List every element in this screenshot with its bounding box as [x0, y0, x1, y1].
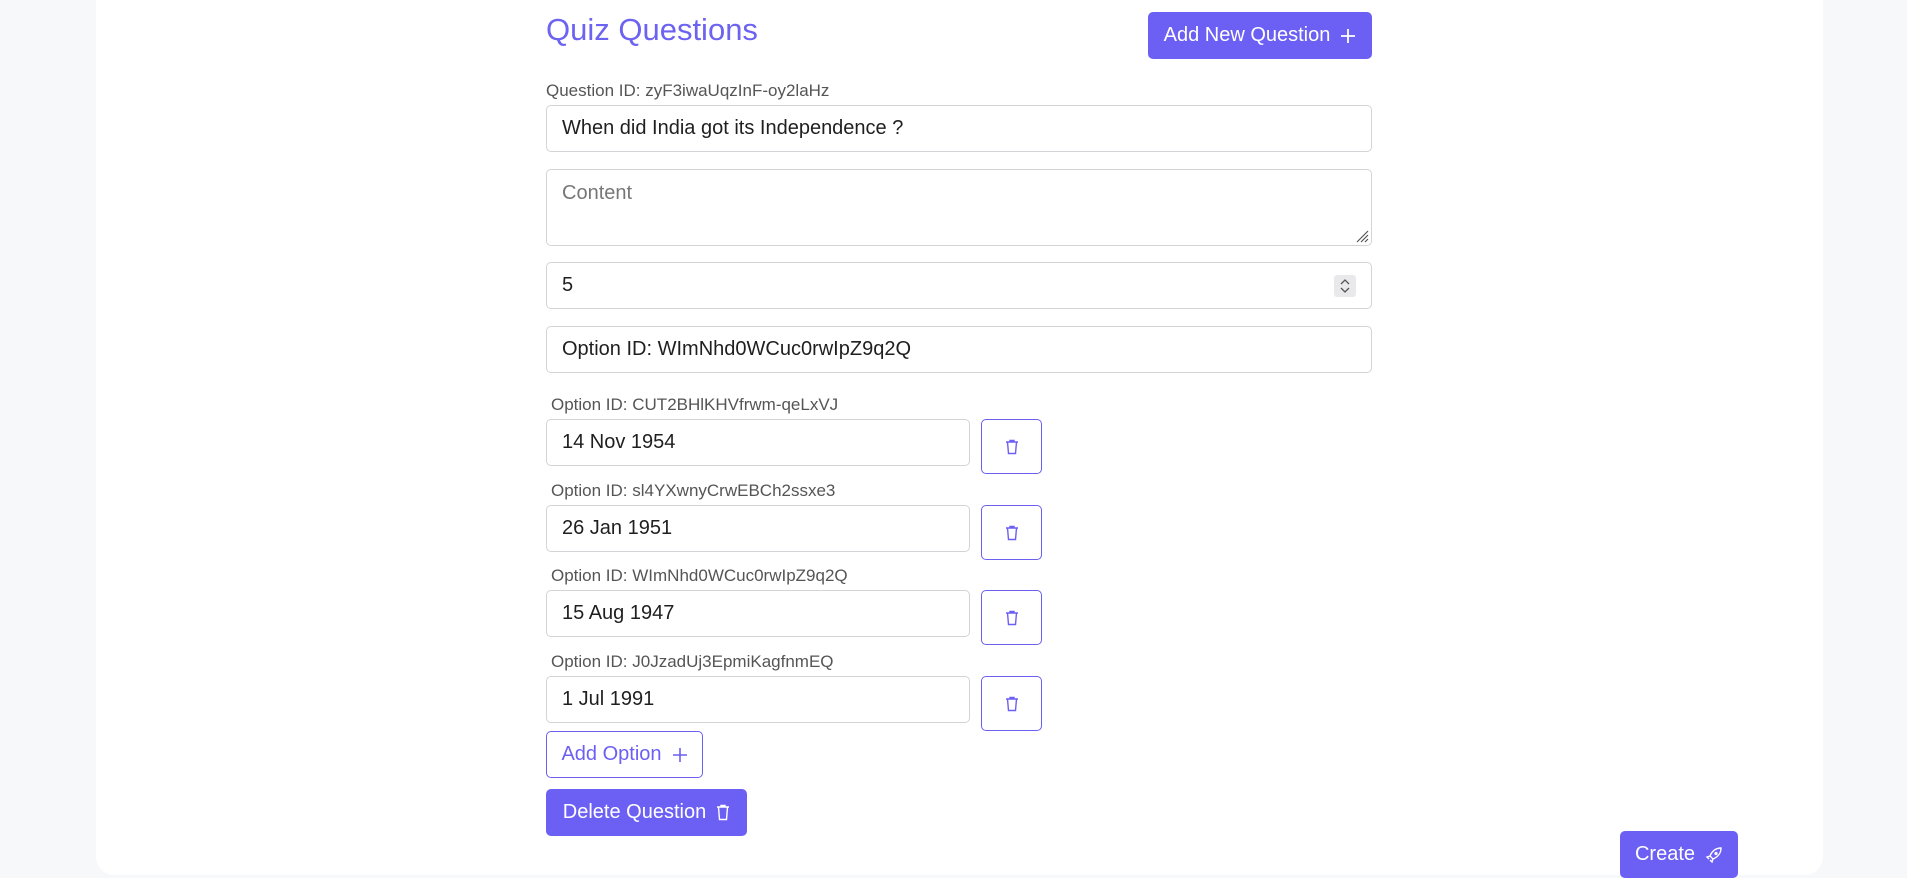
- delete-option-button[interactable]: [981, 505, 1042, 560]
- option-input[interactable]: 26 Jan 1951: [546, 505, 970, 552]
- option-id-label: Option ID: J0JzadUj3EpmiKagfnmEQ: [551, 652, 834, 671]
- content-textarea[interactable]: Content: [546, 169, 1372, 246]
- points-value: 5: [562, 274, 574, 296]
- correct-option-select[interactable]: Option ID: WImNhd0WCuc0rwIpZ9q2Q: [546, 326, 1372, 373]
- option-id-label: Option ID: CUT2BHlKHVfrwm-qeLxVJ: [551, 395, 839, 414]
- rocket-icon: [1705, 846, 1723, 864]
- delete-question-button[interactable]: Delete Question: [546, 789, 747, 836]
- delete-option-button[interactable]: [981, 590, 1042, 645]
- points-number-input[interactable]: 5: [546, 262, 1372, 309]
- plus-icon: [672, 747, 688, 763]
- question-text-input[interactable]: When did India got its Independence ?: [546, 105, 1372, 152]
- add-new-question-button[interactable]: Add New Question: [1148, 12, 1372, 59]
- delete-question-label: Delete Question: [562, 801, 707, 823]
- delete-option-button[interactable]: [981, 676, 1042, 731]
- option-input[interactable]: 14 Nov 1954: [546, 419, 970, 466]
- create-label: Create: [1634, 843, 1696, 865]
- resize-handle-icon[interactable]: [1353, 227, 1369, 243]
- plus-icon: [1340, 28, 1356, 44]
- option-input[interactable]: 1 Jul 1991: [546, 676, 970, 723]
- option-id-label: Option ID: sl4YXwnyCrwEBCh2ssxe3: [551, 481, 836, 500]
- create-button[interactable]: Create: [1620, 831, 1738, 878]
- add-new-question-label: Add New Question: [1163, 24, 1331, 46]
- trash-icon: [1005, 696, 1019, 712]
- option-input[interactable]: 15 Aug 1947: [546, 590, 970, 637]
- trash-icon: [1005, 610, 1019, 626]
- number-stepper-icon[interactable]: [1334, 275, 1356, 297]
- trash-icon: [716, 804, 730, 821]
- option-id-label: Option ID: WImNhd0WCuc0rwIpZ9q2Q: [551, 566, 848, 585]
- trash-icon: [1005, 525, 1019, 541]
- page-title: Quiz Questions: [546, 12, 758, 47]
- content-placeholder: Content: [562, 182, 633, 204]
- add-option-button[interactable]: Add Option: [546, 731, 703, 778]
- question-id-label: Question ID: zyF3iwaUqzInF-oy2laHz: [546, 81, 830, 100]
- trash-icon: [1005, 439, 1019, 455]
- delete-option-button[interactable]: [981, 419, 1042, 474]
- add-option-label: Add Option: [561, 743, 662, 765]
